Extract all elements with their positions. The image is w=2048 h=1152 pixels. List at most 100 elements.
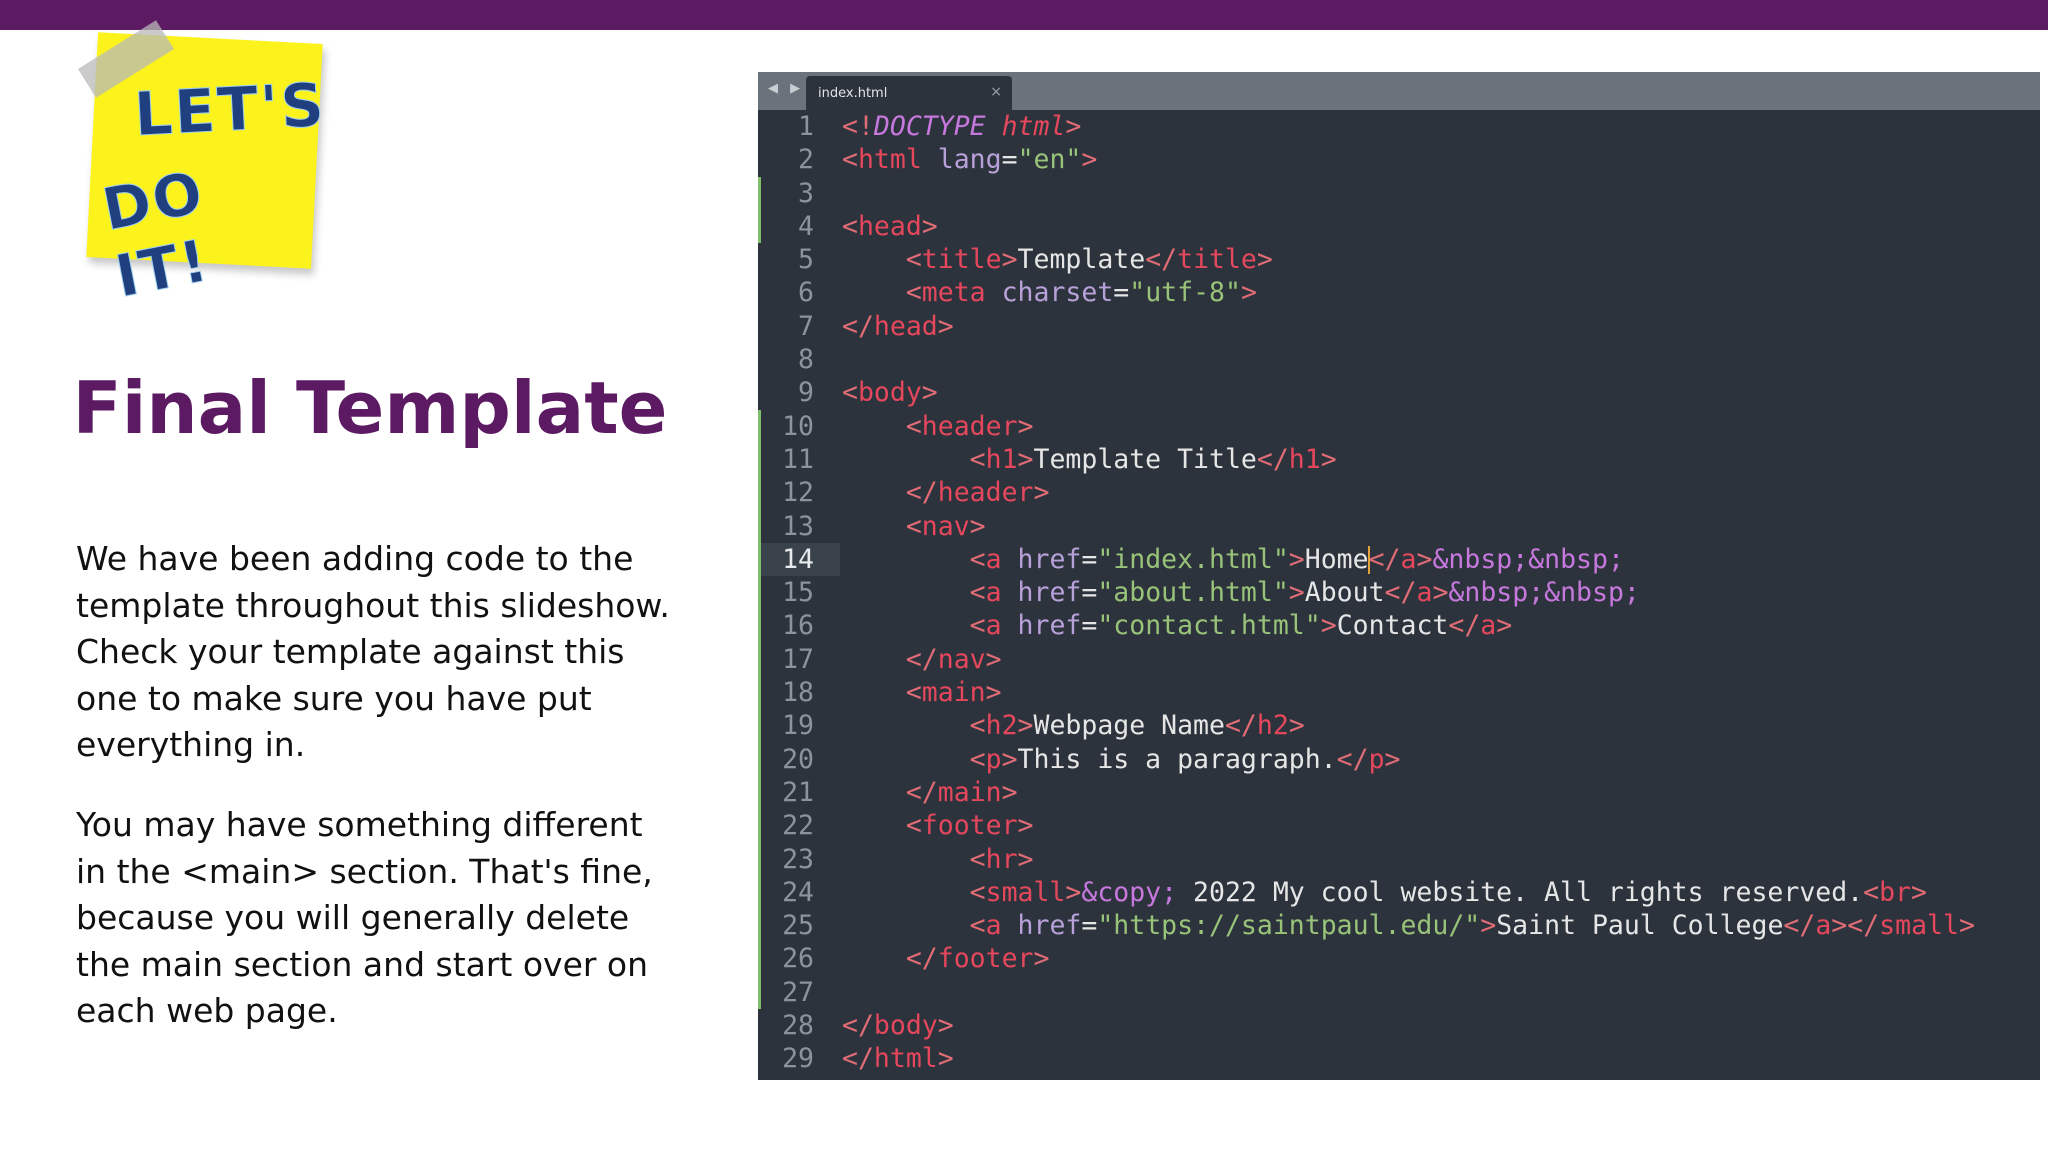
code-token: </: [1448, 610, 1481, 642]
code-line: 5 <title>Template</title>: [758, 243, 2040, 276]
code-token: charset: [1001, 277, 1114, 309]
code-token: <: [1863, 876, 1880, 908]
code-line: 20 <p>This is a paragraph.</p>: [758, 743, 2040, 776]
code-token: a: [1416, 577, 1433, 609]
code-token: main: [921, 677, 986, 709]
code-token: </: [1145, 244, 1178, 276]
code-token: p: [985, 743, 1002, 775]
code-token: >: [985, 677, 1002, 709]
code-token: <: [969, 843, 986, 875]
code-line: 27: [758, 976, 2040, 1009]
code-token: Template Title: [1033, 443, 1257, 475]
code-text: <header>: [842, 410, 1034, 443]
code-token: a: [985, 910, 1002, 942]
code-text: <body>: [842, 376, 938, 409]
code-token: >: [1017, 443, 1034, 475]
slide-title: Final Template: [72, 366, 668, 450]
line-number: 25: [782, 910, 814, 942]
code-text: <p>This is a paragraph.</p>: [842, 743, 1401, 776]
code-line: 26 </footer>: [758, 942, 2040, 975]
code-text: <small>&copy; 2022 My cool website. All …: [842, 876, 1927, 909]
line-number: 16: [782, 610, 814, 642]
line-number: 6: [798, 277, 814, 309]
change-marker: [758, 176, 761, 244]
code-line: 24 <small>&copy; 2022 My cool website. A…: [758, 876, 2040, 909]
code-token: >: [1017, 410, 1034, 442]
code-text: <title>Template</title>: [842, 243, 1273, 276]
line-number: 15: [782, 577, 814, 609]
code-line: 11 <h1>Template Title</h1>: [758, 443, 2040, 476]
code-token: </: [842, 310, 874, 342]
code-token: </: [905, 943, 938, 975]
code-text: <h1>Template Title</h1>: [842, 443, 1337, 476]
code-token: href: [1017, 610, 1082, 642]
code-token: br: [1879, 876, 1912, 908]
code-text: </main>: [842, 776, 1018, 809]
code-line: 10 <header>: [758, 410, 2040, 443]
code-token: </: [842, 1010, 874, 1042]
code-text: <a href="https://saintpaul.edu/">Saint P…: [842, 909, 1975, 942]
code-token: =: [1081, 577, 1098, 609]
code-line: 21 </main>: [758, 776, 2040, 809]
code-token: "en": [1017, 144, 1082, 176]
code-token: >: [1001, 244, 1018, 276]
lets-do-it-sticky-note: LET'S DO IT!: [70, 20, 340, 311]
code-token: head: [873, 310, 938, 342]
line-number: 10: [782, 410, 814, 442]
code-token: title: [1177, 244, 1257, 276]
code-token: header: [937, 477, 1034, 509]
line-number: 22: [782, 810, 814, 842]
code-token: Webpage Name: [1033, 710, 1225, 742]
code-token: DOCTYPE: [873, 111, 986, 142]
code-token: <: [969, 543, 986, 575]
code-token: lang: [937, 144, 1002, 176]
nav-arrows-icon[interactable]: ◀ ▶: [768, 81, 804, 96]
code-token: This is a paragraph.: [1017, 743, 1337, 775]
code-token: =: [1001, 144, 1018, 176]
code-token: >: [1001, 743, 1018, 775]
close-icon[interactable]: ×: [990, 84, 1002, 100]
code-line: 29 </html>: [758, 1042, 2040, 1075]
code-line: 12 </header>: [758, 476, 2040, 509]
code-token: </: [1368, 543, 1401, 575]
code-token: >: [1288, 577, 1305, 609]
line-number: 14: [782, 543, 814, 575]
code-token: <: [969, 610, 986, 642]
code-token: >: [1288, 710, 1305, 742]
code-token: =: [1113, 277, 1130, 309]
code-text: <footer>: [842, 809, 1034, 842]
code-token: <: [969, 443, 986, 475]
line-number: 12: [782, 477, 814, 509]
code-token: >: [1001, 776, 1018, 808]
code-token: Saint Paul College: [1496, 910, 1784, 942]
code-token: >: [1065, 111, 1082, 142]
code-line: 15 <a href="about.html">About</a>&nbsp;&…: [758, 576, 2040, 609]
code-token: </: [1336, 743, 1369, 775]
code-area[interactable]: 1 <!DOCTYPE html> 2 <html lang="en"> 3 4 <head…: [758, 110, 2040, 1076]
line-number: 27: [782, 976, 814, 1008]
line-number: 5: [798, 244, 814, 276]
tab-index-html[interactable]: index.html ×: [806, 76, 1012, 110]
code-text: </head>: [842, 310, 954, 343]
code-text: </body>: [842, 1009, 954, 1042]
code-token: >: [1065, 876, 1082, 908]
code-token: >: [1432, 577, 1449, 609]
tab-label: index.html: [818, 86, 888, 101]
line-number: 3: [798, 177, 814, 209]
code-token: nav: [921, 510, 970, 542]
code-token: =: [1081, 543, 1098, 575]
code-token: <: [905, 810, 922, 842]
code-token: &nbsp;&nbsp;: [1432, 543, 1624, 575]
code-token: a: [1815, 910, 1832, 942]
